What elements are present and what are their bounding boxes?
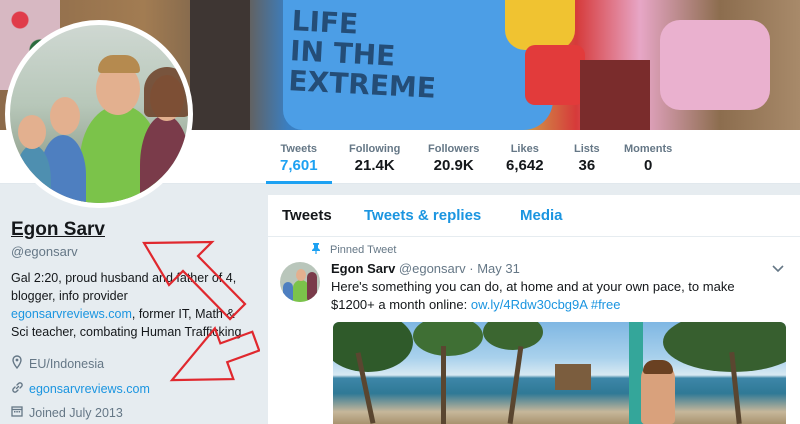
stat-moments[interactable]: Moments 0 [624, 142, 672, 176]
stat-value: 36 [578, 157, 596, 174]
timeline-tabs: Tweets Tweets & replies Media [268, 195, 800, 237]
map-pin-icon [11, 355, 29, 372]
stat-label: Followers [428, 143, 480, 155]
pinned-tweet-context: Pinned Tweet [312, 243, 396, 257]
stat-label: Moments [624, 143, 673, 155]
stat-following[interactable]: Following 21.4K [349, 142, 400, 176]
stat-label: Likes [510, 143, 539, 155]
avatar-child-face [50, 97, 80, 135]
stat-likes[interactable]: Likes 6,642 [506, 142, 544, 176]
stat-lists[interactable]: Lists 36 [574, 142, 600, 176]
tweet-text: Here's something you can do, at home and… [331, 278, 771, 314]
tab-tweets[interactable]: Tweets [282, 207, 332, 224]
stat-followers[interactable]: Followers 20.9K [428, 142, 479, 176]
bio-link[interactable]: egonsarvreviews.com [11, 307, 132, 321]
chevron-down-icon[interactable] [772, 261, 784, 276]
stat-label: Lists [574, 143, 600, 155]
calendar-icon [11, 405, 29, 420]
tab-media[interactable]: Media [520, 207, 563, 224]
tweet-avatar[interactable] [280, 262, 320, 302]
bio-text: Gal 2:20, proud husband and father of 4,… [11, 271, 237, 303]
banner-figure-dark [190, 0, 250, 130]
tweet-date[interactable]: May 31 [477, 261, 520, 276]
profile-page: LIFE IN THE EXTREME Tweets 7,601 Followi… [0, 0, 800, 424]
stat-value: 7,601 [280, 157, 318, 174]
website-link[interactable]: egonsarvreviews.com [29, 382, 150, 396]
profile-location: EU/Indonesia [11, 355, 104, 372]
tweet-hashtag[interactable]: #free [591, 297, 621, 312]
profile-name[interactable]: Egon Sarv [11, 219, 105, 241]
timeline: Tweets Tweets & replies Media Pinned Twe… [268, 195, 800, 424]
stat-value: 20.9K [433, 157, 474, 174]
banner-yellow-shirt [505, 0, 575, 50]
tab-tweets-replies[interactable]: Tweets & replies [364, 207, 481, 224]
joined-text: Joined July 2013 [29, 405, 123, 420]
banner-pink-shirt [660, 20, 770, 110]
tweet-author-handle[interactable]: @egonsarv [399, 261, 466, 276]
link-icon [11, 381, 29, 397]
banner-red-shirt [525, 45, 585, 105]
tweet-link[interactable]: ow.ly/4Rdw30cbg9A [471, 297, 587, 312]
profile-bio: Gal 2:20, proud husband and father of 4,… [11, 269, 247, 341]
tweet-header: Egon Sarv @egonsarv · May 31 [331, 261, 520, 276]
stat-value: 0 [643, 157, 653, 174]
banner-shirt-print: LIFE IN THE EXTREME [287, 4, 437, 105]
profile-avatar[interactable] [5, 20, 193, 208]
avatar-child2-face [18, 115, 46, 149]
profile-handle: @egonsarv [11, 244, 78, 259]
avatar-person-hair [98, 55, 140, 73]
stat-value: 21.4K [354, 157, 395, 174]
tweet-media-photo[interactable] [333, 322, 786, 424]
location-text: EU/Indonesia [29, 356, 105, 371]
avatar-woman-hair [144, 67, 188, 117]
stat-tweets[interactable]: Tweets 7,601 [266, 142, 331, 184]
tweet-separator: · [469, 261, 474, 276]
tweet-author-name[interactable]: Egon Sarv [331, 261, 395, 276]
profile-card: Egon Sarv @egonsarv Gal 2:20, proud husb… [0, 185, 258, 424]
profile-joined: Joined July 2013 [11, 405, 123, 420]
stat-value: 6,642 [506, 157, 544, 174]
pin-icon [312, 243, 330, 257]
pinned-label: Pinned Tweet [330, 244, 397, 256]
banner-dark-pants [580, 60, 650, 130]
stat-label: Tweets [280, 143, 318, 155]
stat-label: Following [349, 143, 401, 155]
profile-website: egonsarvreviews.com [11, 381, 150, 397]
